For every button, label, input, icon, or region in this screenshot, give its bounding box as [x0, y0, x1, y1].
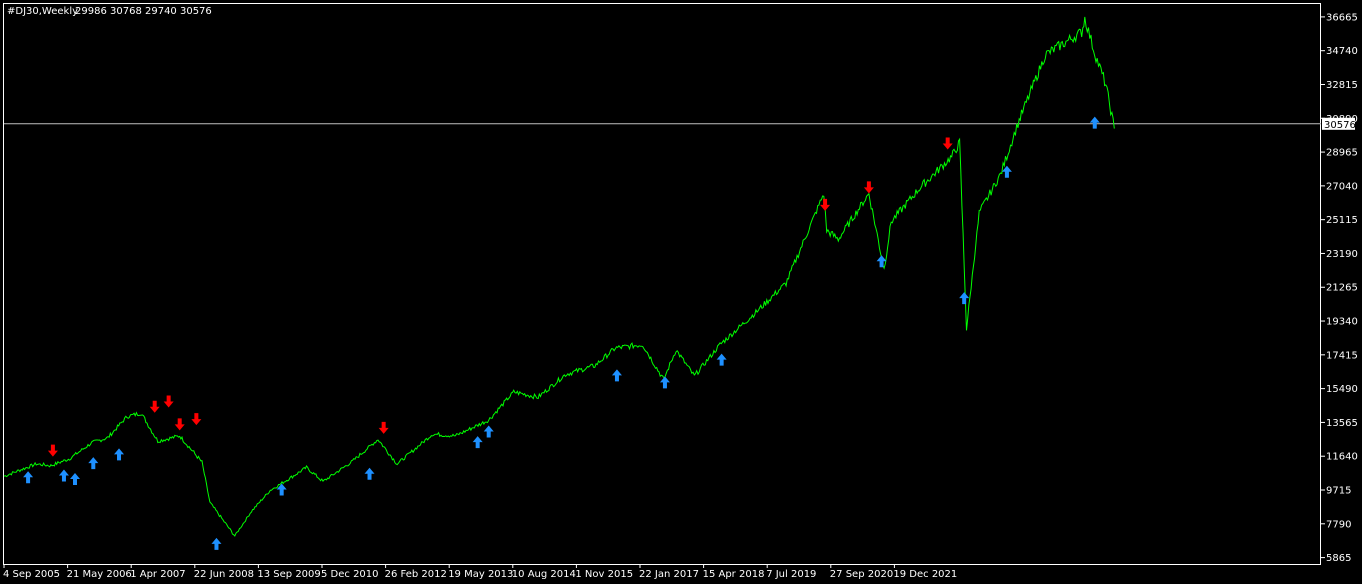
y-tick-label: 25115 — [1326, 215, 1358, 226]
y-tick-label: 28965 — [1326, 148, 1358, 159]
chart-symbol: #DJ30,Weekly — [7, 6, 78, 17]
current-price-label: 30576 — [1324, 120, 1356, 131]
y-tick-label: 5865 — [1326, 553, 1351, 564]
y-tick-label: 15490 — [1326, 384, 1358, 395]
x-tick-label: 7 Jul 2019 — [766, 569, 816, 580]
y-tick-label: 23190 — [1326, 249, 1358, 260]
x-tick-label: 13 Sep 2009 — [257, 569, 320, 580]
x-tick-label: 4 Sep 2005 — [3, 569, 60, 580]
y-tick-label: 7790 — [1326, 519, 1351, 530]
x-tick-label: 22 Jun 2008 — [194, 569, 254, 580]
y-tick-label: 27040 — [1326, 181, 1358, 192]
chart-ohlc: 29986 30768 29740 30576 — [75, 6, 212, 17]
y-tick-label: 36665 — [1326, 12, 1358, 23]
x-tick-label: 5 Dec 2010 — [321, 569, 379, 580]
y-tick-label: 34740 — [1326, 46, 1358, 57]
y-tick-label: 11640 — [1326, 452, 1358, 463]
y-tick-label: 19340 — [1326, 317, 1358, 328]
x-tick-label: 19 Dec 2021 — [893, 569, 957, 580]
y-tick-label: 17415 — [1326, 350, 1358, 361]
chart-root: 5865 7790 9715 11640 13565 15490 17415 19340 212… — [0, 0, 1362, 584]
y-tick-label: 13565 — [1326, 418, 1358, 429]
x-tick-label: 1 Nov 2015 — [575, 569, 633, 580]
x-tick-label: 22 Jan 2017 — [639, 569, 699, 580]
x-tick-label: 1 Apr 2007 — [130, 569, 185, 580]
x-tick-label: 27 Sep 2020 — [830, 569, 893, 580]
x-tick-label: 15 Apr 2018 — [703, 569, 765, 580]
x-tick-label: 21 May 2006 — [67, 569, 132, 580]
x-tick-label: 10 Aug 2014 — [512, 569, 576, 580]
x-tick-label: 19 May 2013 — [448, 569, 513, 580]
y-tick-label: 21265 — [1326, 283, 1358, 294]
y-tick-label: 32815 — [1326, 80, 1358, 91]
y-tick-label: 9715 — [1326, 486, 1351, 497]
chart-background — [0, 0, 1362, 584]
current-price-tag: 30576 — [1322, 117, 1356, 131]
x-tick-label: 26 Feb 2012 — [385, 569, 447, 580]
